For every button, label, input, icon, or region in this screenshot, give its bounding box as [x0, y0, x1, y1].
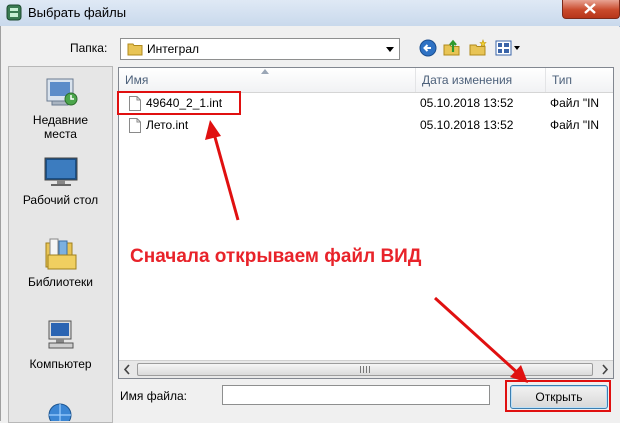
- annotation-arrows: [205, 120, 528, 383]
- arrow-to-file: [211, 129, 240, 221]
- arrow-to-open: [433, 296, 522, 377]
- arrowhead-file: [205, 120, 221, 140]
